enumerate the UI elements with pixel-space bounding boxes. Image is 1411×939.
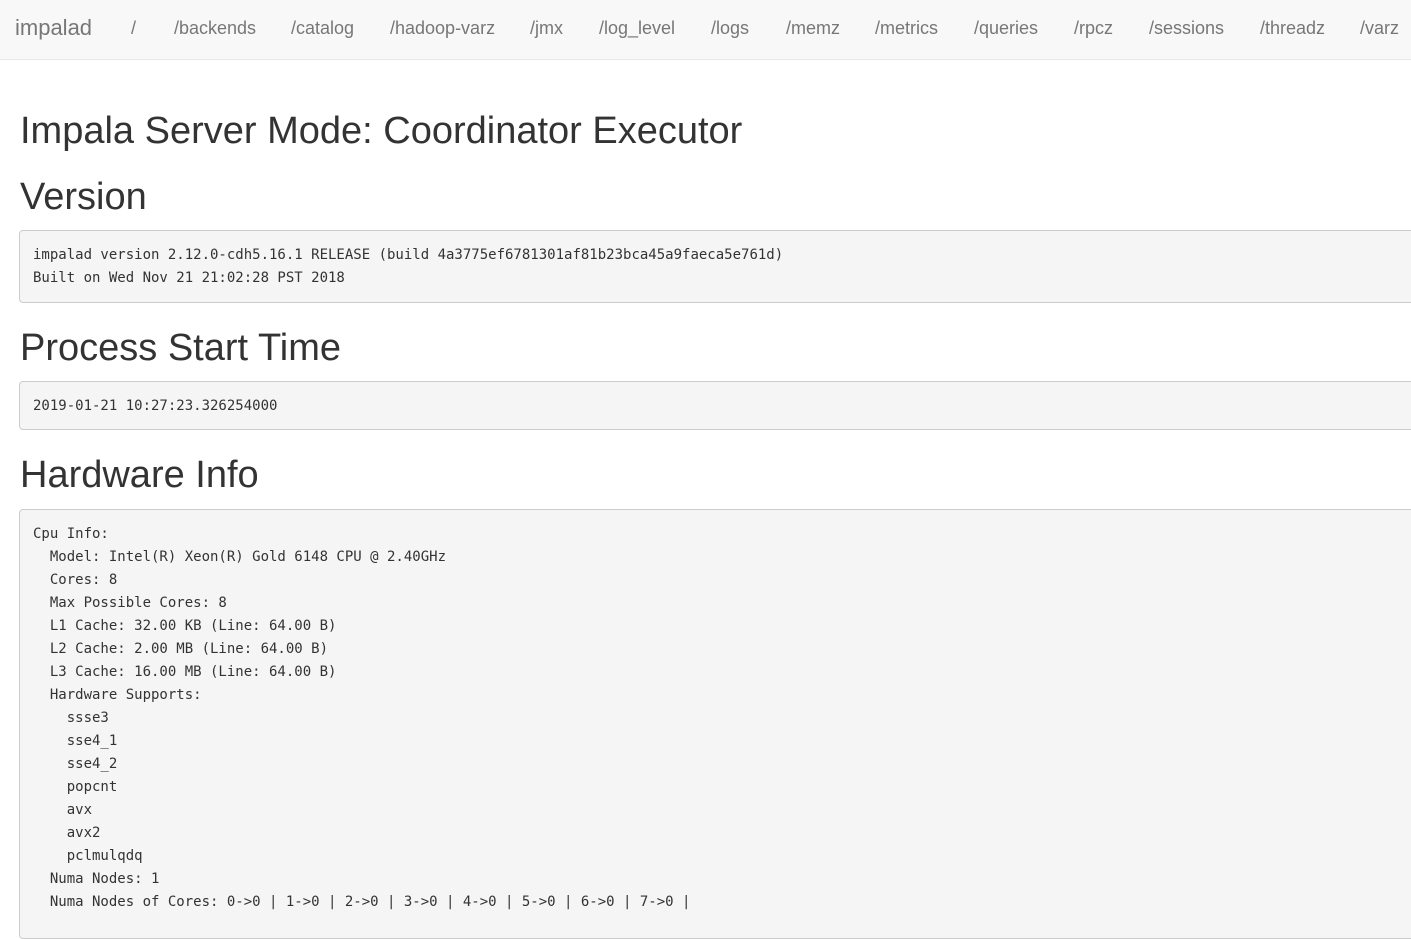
nav-link-backends[interactable]: /backends [174, 18, 256, 38]
version-heading: Version [20, 176, 147, 218]
max-cores-line: Max Possible Cores: 8 [33, 595, 227, 611]
process-start-block: 2019-01-21 10:27:23.326254000 [19, 381, 1411, 430]
process-start-heading: Process Start Time [20, 327, 341, 369]
l1-cache-line: L1 Cache: 32.00 KB (Line: 64.00 B) [33, 618, 337, 634]
nav-link-varz[interactable]: /varz [1360, 18, 1399, 38]
version-block: impalad version 2.12.0-cdh5.16.1 RELEASE… [19, 230, 1411, 303]
nav-link-metrics[interactable]: /metrics [875, 18, 938, 38]
feature-sse4-1: sse4_1 [33, 733, 118, 749]
nav-link-catalog[interactable]: /catalog [291, 18, 354, 38]
page-title: Impala Server Mode: Coordinator Executor [20, 110, 743, 152]
feature-sse4-2: sse4_2 [33, 756, 118, 772]
numa-nodes-of-cores-line: Numa Nodes of Cores: 0->0 | 1->0 | 2->0 … [33, 894, 691, 910]
numa-nodes-line: Numa Nodes: 1 [33, 871, 160, 887]
feature-popcnt: popcnt [33, 779, 118, 795]
nav-link-rpcz[interactable]: /rpcz [1074, 18, 1113, 38]
build-date-line: Built on Wed Nov 21 21:02:28 PST 2018 [33, 270, 345, 286]
nav-link-log-level[interactable]: /log_level [599, 18, 675, 38]
l2-cache-line: L2 Cache: 2.00 MB (Line: 64.00 B) [33, 641, 329, 657]
l3-cache-line: L3 Cache: 16.00 MB (Line: 64.00 B) [33, 664, 337, 680]
nav-link-logs[interactable]: /logs [711, 18, 749, 38]
feature-pclmulqdq: pclmulqdq [33, 848, 143, 864]
feature-avx: avx [33, 802, 93, 818]
nav-link-queries[interactable]: /queries [974, 18, 1038, 38]
version-line: impalad version 2.12.0-cdh5.16.1 RELEASE… [33, 247, 784, 263]
nav-link-sessions[interactable]: /sessions [1149, 18, 1224, 38]
brand-link[interactable]: impalad [15, 15, 92, 41]
process-start-value: 2019-01-21 10:27:23.326254000 [33, 398, 278, 414]
top-navbar: impalad / /backends /catalog /hadoop-var… [0, 0, 1411, 60]
hardware-info-block: Cpu Info: Model: Intel(R) Xeon(R) Gold 6… [19, 509, 1411, 939]
hardware-heading: Hardware Info [20, 454, 259, 496]
nav-link-jmx[interactable]: /jmx [530, 18, 563, 38]
cpu-info-line: Cpu Info: [33, 526, 109, 542]
nav-link-hadoop-varz[interactable]: /hadoop-varz [390, 18, 495, 38]
nav-link-threadz[interactable]: /threadz [1260, 18, 1325, 38]
nav-link-memz[interactable]: /memz [786, 18, 840, 38]
cpu-model-line: Model: Intel(R) Xeon(R) Gold 6148 CPU @ … [33, 549, 447, 565]
feature-avx2: avx2 [33, 825, 101, 841]
hardware-supports-line: Hardware Supports: [33, 687, 202, 703]
nav-link-root[interactable]: / [131, 18, 136, 38]
feature-ssse3: ssse3 [33, 710, 109, 726]
cpu-cores-line: Cores: 8 [33, 572, 118, 588]
